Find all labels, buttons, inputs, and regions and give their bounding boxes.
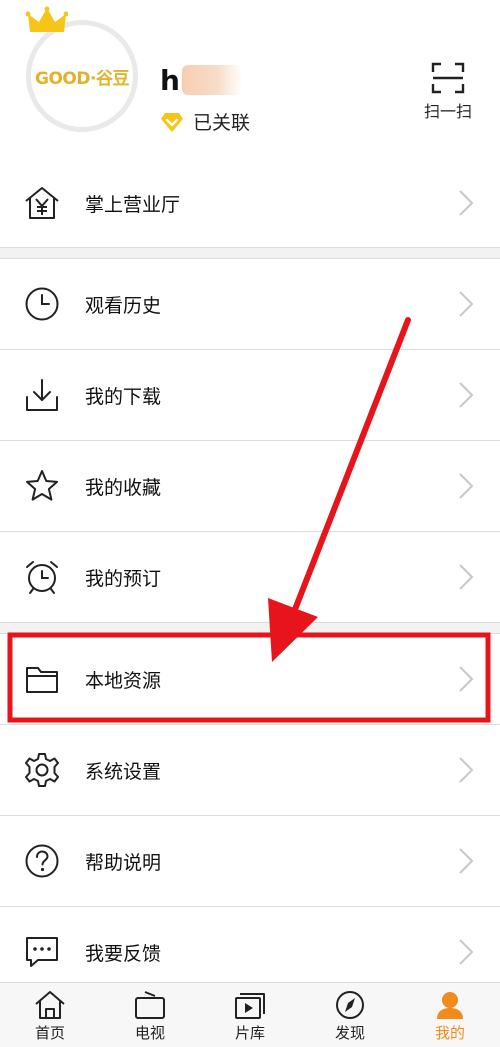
menu-item-watch-history[interactable]: 观看历史 xyxy=(0,259,500,349)
tab-label: 首页 xyxy=(34,1024,65,1042)
username-redaction xyxy=(181,65,242,95)
tab-library[interactable]: 片库 xyxy=(200,983,300,1047)
chevron-right-icon xyxy=(459,757,474,783)
menu-item-help[interactable]: 帮助说明 xyxy=(0,816,500,906)
menu-label: 系统设置 xyxy=(85,761,162,783)
tab-label: 我的 xyxy=(434,1024,465,1042)
menu-item-business-hall[interactable]: 掌上营业厅 xyxy=(0,158,500,248)
menu-label: 我的收藏 xyxy=(85,477,162,499)
section-gap xyxy=(0,248,500,258)
username-text: h xyxy=(160,63,180,97)
clock-icon xyxy=(25,287,59,321)
diamond-icon xyxy=(161,112,183,132)
tab-tv[interactable]: 电视 xyxy=(100,983,200,1047)
menu-label: 本地资源 xyxy=(85,670,162,692)
download-icon xyxy=(26,379,58,411)
menu-item-my-reservations[interactable]: 我的预订 xyxy=(0,532,500,622)
house-yen-icon xyxy=(25,187,59,219)
menu-label: 我的预订 xyxy=(85,568,162,590)
tab-home[interactable]: 首页 xyxy=(0,983,100,1047)
tab-mine[interactable]: 我的 xyxy=(400,983,500,1047)
alarm-clock-icon xyxy=(26,561,58,594)
video-library-icon xyxy=(235,993,265,1019)
profile-header: GOOD·谷豆 h 已关联 扫一扫 xyxy=(0,0,500,160)
star-icon xyxy=(26,470,58,501)
gear-icon xyxy=(25,753,59,787)
user-icon xyxy=(437,992,463,1019)
chevron-right-icon xyxy=(459,473,474,499)
menu-item-my-favorites[interactable]: 我的收藏 xyxy=(0,441,500,531)
bottom-tab-bar: 首页 电视 片库 发现 我的 xyxy=(0,982,500,1047)
chevron-right-icon xyxy=(459,848,474,874)
menu-label: 帮助说明 xyxy=(85,852,162,874)
linked-status-label: 已关联 xyxy=(193,112,251,134)
linked-status: 已关联 xyxy=(160,108,250,135)
home-icon xyxy=(35,991,65,1019)
scan-icon xyxy=(431,62,465,94)
folder-icon xyxy=(26,667,58,693)
chevron-right-icon xyxy=(459,291,474,317)
menu-label: 掌上营业厅 xyxy=(85,194,181,216)
question-icon xyxy=(25,844,59,878)
chevron-right-icon xyxy=(459,939,474,965)
avatar[interactable]: GOOD·谷豆 xyxy=(26,20,138,132)
chevron-right-icon xyxy=(459,382,474,408)
tab-label: 发现 xyxy=(334,1024,365,1042)
crown-icon xyxy=(26,6,68,32)
chevron-right-icon xyxy=(459,190,474,216)
username: h xyxy=(160,62,242,98)
menu-label: 我要反馈 xyxy=(85,943,162,965)
tab-label: 电视 xyxy=(134,1024,165,1042)
scan-label: 扫一扫 xyxy=(423,102,472,121)
avatar-logo: GOOD·谷豆 xyxy=(35,68,129,89)
section-gap xyxy=(0,623,500,633)
menu-label: 观看历史 xyxy=(85,295,162,317)
scan-button[interactable]: 扫一扫 xyxy=(418,62,478,122)
menu-label: 我的下载 xyxy=(85,386,162,408)
menu-item-my-downloads[interactable]: 我的下载 xyxy=(0,350,500,440)
chevron-right-icon xyxy=(459,666,474,692)
chat-bubble-icon xyxy=(26,937,58,967)
compass-icon xyxy=(336,991,364,1019)
menu-item-system-settings[interactable]: 系统设置 xyxy=(0,725,500,815)
chevron-right-icon xyxy=(459,564,474,590)
tv-icon xyxy=(135,991,165,1019)
menu-item-local-resources[interactable]: 本地资源 xyxy=(0,634,500,724)
tab-discover[interactable]: 发现 xyxy=(300,983,400,1047)
tab-label: 片库 xyxy=(234,1024,265,1042)
menu-item-feedback[interactable]: 我要反馈 xyxy=(0,907,500,982)
